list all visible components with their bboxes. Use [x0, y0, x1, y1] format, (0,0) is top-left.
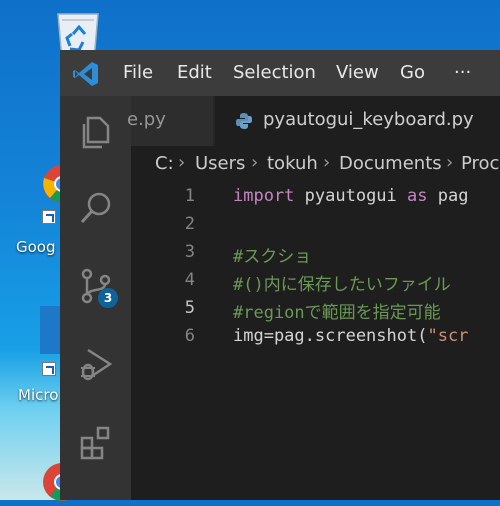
menu-go[interactable]: Go	[400, 62, 425, 83]
code-editor[interactable]: 1 import pyautogui as pag 2 3 #スクショ 4 #()内に保存し…	[131, 182, 500, 500]
search-icon[interactable]	[78, 190, 114, 226]
python-file-icon	[235, 112, 253, 130]
vscode-window: File Edit Selection View Go ··· 3 e.py p…	[60, 50, 500, 500]
code-token: #regionで範囲を指定可能	[233, 303, 441, 323]
breadcrumb-item[interactable]: Documents	[339, 153, 442, 174]
code-token: #()内に保存したいファイル	[233, 275, 451, 295]
line-number: 4	[184, 270, 195, 290]
shortcut-arrow-icon	[42, 210, 56, 224]
chevron-right-icon: ›	[178, 152, 186, 173]
shortcut-arrow-icon	[42, 362, 56, 376]
code-line[interactable]: 3 #スクショ	[131, 242, 500, 270]
vscode-logo-icon[interactable]	[73, 61, 99, 87]
code-token: #スクショ	[233, 247, 312, 267]
chevron-right-icon: ›	[446, 152, 454, 173]
menu-file[interactable]: File	[123, 62, 153, 83]
chevron-right-icon: ›	[251, 152, 259, 173]
code-token: pag	[427, 186, 469, 206]
tab-bar: e.py pyautogui_keyboard.py	[127, 96, 500, 146]
breadcrumb: C: › Users › tokuh › Documents › Proc	[131, 146, 500, 182]
activity-bar: 3	[60, 96, 131, 500]
line-number: 6	[184, 326, 195, 346]
menu-more[interactable]: ···	[454, 62, 471, 83]
menu-selection[interactable]: Selection	[233, 62, 316, 83]
code-text: #()内に保存したいファイル	[233, 270, 451, 295]
code-line[interactable]: 4 #()内に保存したいファイル	[131, 270, 500, 298]
code-token: "scr	[427, 326, 469, 346]
explorer-icon[interactable]	[78, 114, 114, 150]
title-bar: File Edit Selection View Go ···	[60, 50, 500, 96]
line-number: 1	[184, 186, 195, 206]
breadcrumb-item[interactable]: C:	[155, 153, 174, 174]
tab-label: pyautogui_keyboard.py	[263, 109, 474, 130]
menu-edit[interactable]: Edit	[177, 62, 212, 83]
code-line[interactable]: 5 #regionで範囲を指定可能	[131, 298, 500, 326]
extensions-icon[interactable]	[78, 424, 114, 460]
edge-label: Micro	[18, 386, 59, 404]
breadcrumb-item[interactable]: Proc	[461, 153, 499, 174]
code-line[interactable]: 2	[131, 214, 500, 242]
code-token: import	[233, 186, 295, 206]
code-text: #regionで範囲を指定可能	[233, 298, 441, 323]
code-token: img=pag.screenshot(	[233, 326, 428, 346]
code-token: pyautogui	[294, 186, 408, 206]
line-number: 5	[184, 298, 195, 318]
chrome-label: Goog	[16, 238, 56, 256]
line-number: 2	[184, 214, 195, 234]
code-line[interactable]: 6 img=pag.screenshot("scr	[131, 326, 500, 354]
source-control-badge: 3	[98, 288, 118, 308]
line-number: 3	[184, 242, 195, 262]
menu-view[interactable]: View	[336, 62, 379, 83]
code-text: img=pag.screenshot("scr	[233, 326, 468, 346]
tab-pyautogui-keyboard[interactable]: pyautogui_keyboard.py	[215, 96, 500, 146]
breadcrumb-item[interactable]: tokuh	[267, 153, 318, 174]
code-text: #スクショ	[233, 242, 311, 267]
tab-label: e.py	[127, 109, 166, 130]
tab-previous-file[interactable]: e.py	[127, 96, 213, 146]
code-line[interactable]: 1 import pyautogui as pag	[131, 186, 500, 214]
breadcrumb-item[interactable]: Users	[195, 153, 245, 174]
run-debug-icon[interactable]	[78, 346, 114, 382]
chevron-right-icon: ›	[323, 152, 331, 173]
code-text: import pyautogui as pag	[233, 186, 468, 206]
code-token: as	[407, 186, 428, 206]
